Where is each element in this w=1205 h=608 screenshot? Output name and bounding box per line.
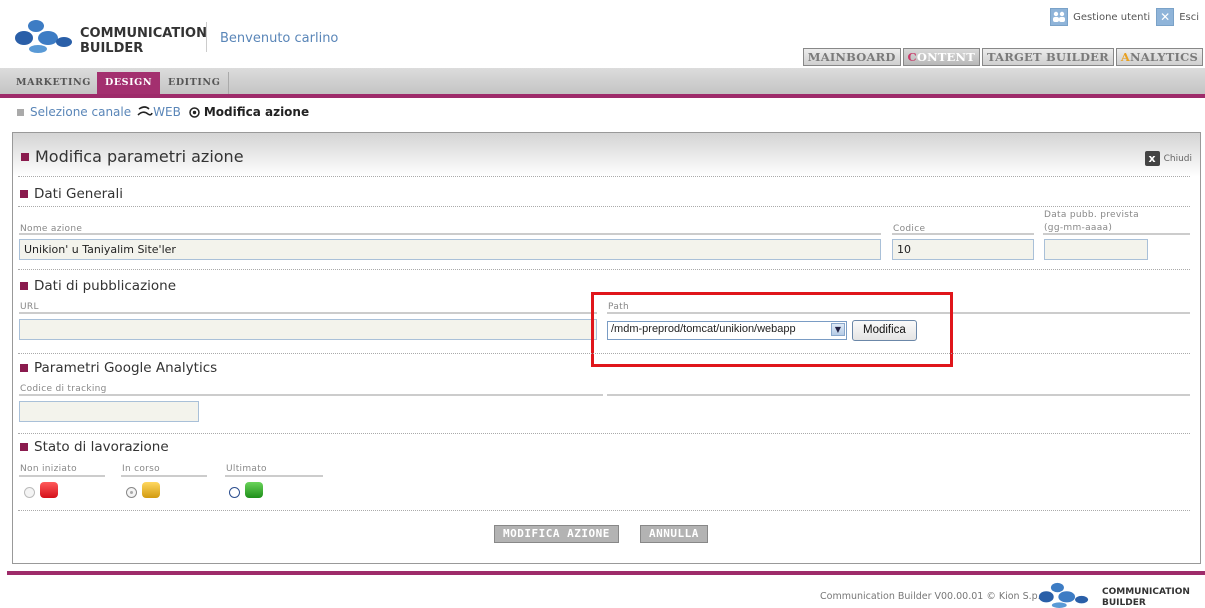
publish-date-input[interactable]: [1044, 239, 1148, 260]
section-divider: [18, 269, 1190, 270]
tab-mainboard[interactable]: MAINBOARD: [802, 48, 901, 66]
breadcrumb-web[interactable]: WEB: [137, 105, 181, 119]
breadcrumb-web-label: WEB: [153, 105, 181, 119]
field-underline: [121, 475, 207, 477]
section-general-label: Dati Generali: [34, 186, 123, 202]
section-analytics-label: Parametri Google Analytics: [34, 360, 218, 376]
footer-logo: [1038, 582, 1089, 608]
logo-line-2: BUILDER: [80, 41, 144, 56]
section-bullet: [20, 190, 28, 198]
header: COMMUNICATION BUILDER Benvenuto carlino …: [0, 0, 1205, 68]
field-underline: [1043, 233, 1190, 235]
section-publication-label: Dati di pubblicazione: [34, 278, 177, 294]
logo-separator: [206, 22, 207, 52]
url-input[interactable]: [19, 319, 597, 340]
section-bullet: [20, 364, 28, 372]
section-divider: [18, 206, 1190, 207]
tab-analytics[interactable]: ANALYTICS: [1115, 48, 1203, 66]
tab-content[interactable]: CONTENT: [902, 48, 980, 66]
status-in-progress-label: In corso: [122, 464, 160, 474]
code-input[interactable]: 10: [892, 239, 1034, 260]
field-underline: [19, 233, 881, 235]
section-bullet: [20, 443, 28, 451]
highlight-box: [591, 292, 953, 367]
status-in-progress-radio[interactable]: [126, 487, 137, 498]
tab-target-builder[interactable]: TARGET BUILDER: [982, 48, 1114, 66]
section-general-title: Dati Generali: [20, 186, 123, 202]
breadcrumb: Selezione canale WEB Modifica azione: [17, 105, 309, 119]
red-light-icon: [40, 482, 58, 498]
close-icon: x: [1144, 151, 1160, 166]
panel-title-text: Modifica parametri azione: [35, 147, 244, 166]
tracking-code-label: Codice di tracking: [20, 384, 107, 394]
welcome-text: Benvenuto carlino: [220, 31, 339, 46]
status-completed-label: Ultimato: [226, 464, 267, 474]
tab-content-initial: C: [907, 50, 917, 64]
breadcrumb-current-label: Modifica azione: [203, 105, 310, 119]
subnav-divider: [0, 94, 1205, 98]
section-publication-title: Dati di pubblicazione: [20, 278, 176, 294]
field-underline: [19, 394, 603, 396]
action-name-input[interactable]: Unikion' u Taniyalim Site'ler: [19, 239, 881, 260]
yellow-light-icon: [142, 482, 160, 498]
title-bullet: [21, 152, 29, 161]
exit-link[interactable]: Esci: [1179, 12, 1199, 23]
close-label: Chiudi: [1163, 153, 1192, 164]
section-divider: [18, 433, 1190, 434]
subtab-marketing[interactable]: MARKETING: [8, 72, 100, 94]
tab-target-builder-label: TARGET BUILDER: [987, 50, 1109, 64]
breadcrumb-bullet: [17, 108, 24, 116]
status-completed-radio[interactable]: [229, 487, 240, 498]
footer-logo-line-2: BUILDER: [1102, 598, 1146, 608]
top-links: Gestione utenti ✕ Esci: [1044, 8, 1199, 26]
green-light-icon: [245, 482, 263, 498]
status-not-started-radio[interactable]: [24, 487, 35, 498]
subtab-design[interactable]: DESIGN: [97, 72, 161, 94]
section-divider: [18, 353, 1190, 354]
field-underline: [19, 475, 105, 477]
footer-copyright: Communication Builder V00.00.01 © Kion S…: [820, 591, 1051, 602]
users-icon[interactable]: [1050, 8, 1069, 26]
url-label: URL: [20, 302, 39, 312]
breadcrumb-channel-link[interactable]: Selezione canale: [30, 105, 131, 119]
tab-content-label: ONTENT: [916, 50, 975, 64]
panel-title: Modifica parametri azione: [21, 147, 244, 166]
tab-mainboard-label: MAINBOARD: [807, 50, 896, 64]
exit-icon[interactable]: ✕: [1156, 8, 1175, 26]
tab-analytics-initial: A: [1120, 50, 1130, 64]
logo-line-1: COMMUNICATION: [80, 26, 207, 41]
section-status-label: Stato di lavorazione: [34, 439, 169, 455]
tracking-code-input[interactable]: [19, 401, 199, 422]
field-underline: [19, 312, 597, 314]
section-divider: [18, 176, 1190, 177]
section-divider: [18, 510, 1190, 511]
field-underline: [892, 233, 1034, 235]
main-tabs: MAINBOARD CONTENT TARGET BUILDER ANALYTI…: [801, 48, 1203, 66]
footer-logo-line-1: COMMUNICATION: [1102, 587, 1190, 597]
section-bullet: [20, 282, 28, 290]
communication-builder-logo: [15, 20, 72, 53]
status-not-started-label: Non iniziato: [20, 464, 77, 474]
sub-navigation: MARKETING DESIGN EDITING: [0, 68, 1205, 94]
footer-divider: [7, 571, 1205, 575]
publish-date-label-1: Data pubb. prevista: [1044, 210, 1139, 220]
web-channel-icon: [137, 106, 153, 116]
subtab-editing[interactable]: EDITING: [160, 72, 230, 94]
section-analytics-title: Parametri Google Analytics: [20, 360, 217, 376]
publish-date-label-2: (gg-mm-aaaa): [1044, 223, 1113, 233]
modify-action-button[interactable]: MODIFICA AZIONE: [494, 525, 619, 543]
field-underline: [225, 475, 323, 477]
logo-text: COMMUNICATION BUILDER: [80, 26, 207, 56]
field-underline: [607, 394, 1190, 396]
cancel-button[interactable]: ANNULLA: [640, 525, 708, 543]
tab-analytics-label: NALYTICS: [1130, 50, 1198, 64]
user-management-link[interactable]: Gestione utenti: [1073, 12, 1150, 23]
target-icon: [189, 106, 200, 118]
section-status-title: Stato di lavorazione: [20, 439, 169, 455]
close-button[interactable]: x Chiudi: [1144, 151, 1192, 166]
breadcrumb-current: Modifica azione: [189, 105, 309, 119]
footer-logo-text: COMMUNICATION BUILDER: [1102, 587, 1190, 608]
